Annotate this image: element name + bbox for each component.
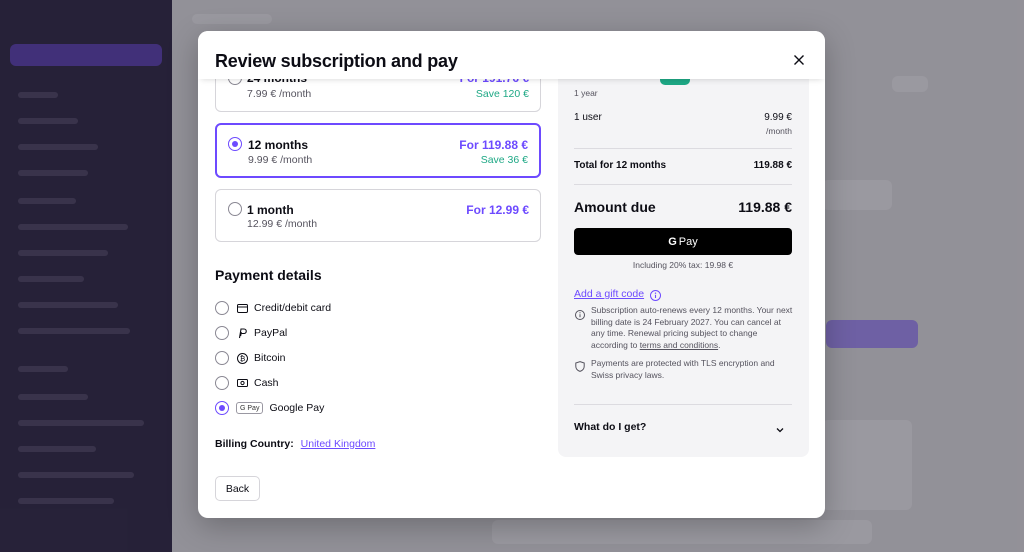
back-button[interactable]: Back bbox=[215, 476, 260, 501]
total-label: Total for 12 months bbox=[574, 160, 667, 171]
payment-radio-paypal[interactable] bbox=[215, 326, 229, 340]
payment-method-card[interactable]: Credit/debit card bbox=[215, 300, 331, 316]
payment-method-google-pay[interactable]: G Pay Google Pay bbox=[215, 400, 324, 416]
amount-due-label: Amount due bbox=[574, 199, 656, 215]
auto-renew-note: Subscription auto-renews every 12 months… bbox=[591, 305, 796, 351]
paypal-icon bbox=[236, 327, 248, 339]
add-gift-code-link[interactable]: Add a gift code bbox=[574, 288, 644, 300]
modal-header: Review subscription and pay bbox=[198, 31, 825, 79]
billing-country-link[interactable]: United Kingdom bbox=[301, 438, 376, 450]
payment-radio-bitcoin[interactable] bbox=[215, 351, 229, 365]
plan-total-price: For 119.88 € bbox=[459, 138, 528, 152]
payment-method-label: Google Pay bbox=[269, 402, 325, 414]
google-pay-icon: G Pay bbox=[236, 402, 264, 414]
billing-country-label: Billing Country: bbox=[215, 438, 294, 450]
bitcoin-icon: ₿ bbox=[236, 352, 248, 364]
payment-method-bitcoin[interactable]: ₿ Bitcoin bbox=[215, 350, 286, 366]
payment-method-cash[interactable]: Cash bbox=[215, 375, 279, 391]
billing-country: Billing Country: United Kingdom bbox=[215, 438, 375, 450]
plan-radio-12-months[interactable] bbox=[228, 137, 242, 151]
plan-savings: Save 36 € bbox=[480, 154, 528, 166]
google-pay-button[interactable]: G Pay bbox=[574, 228, 792, 255]
plan-name: 12 months bbox=[248, 138, 309, 152]
users-label: 1 user bbox=[574, 112, 602, 123]
modal-title: Review subscription and pay bbox=[215, 51, 458, 71]
amount-due-value: 119.88 € bbox=[738, 199, 792, 215]
payment-method-label: Bitcoin bbox=[254, 352, 286, 364]
what-do-i-get-toggle[interactable]: What do I get? bbox=[574, 421, 646, 433]
total-value: 119.88 € bbox=[753, 160, 792, 171]
plan-total-price: For 12.99 € bbox=[466, 203, 529, 217]
payment-method-label: PayPal bbox=[254, 327, 288, 339]
payment-method-label: Credit/debit card bbox=[254, 302, 332, 314]
payment-radio-google-pay[interactable] bbox=[215, 401, 229, 415]
chevron-down-icon[interactable] bbox=[775, 422, 785, 433]
plan-name: 1 month bbox=[247, 203, 294, 217]
google-pay-button-label: Pay bbox=[678, 235, 698, 248]
info-icon[interactable] bbox=[650, 288, 661, 301]
plan-monthly-price: 9.99 € /month bbox=[248, 154, 313, 166]
plan-radio-1-month[interactable] bbox=[228, 202, 242, 216]
divider bbox=[574, 148, 792, 149]
tax-note: Including 20% tax: 19.98 € bbox=[632, 260, 734, 270]
info-icon bbox=[575, 307, 585, 320]
plan-monthly-price: 12.99 € /month bbox=[247, 218, 318, 230]
users-price-unit: /month bbox=[766, 126, 792, 136]
users-price: 9.99 € bbox=[764, 112, 792, 123]
terms-end: . bbox=[718, 339, 721, 350]
plan-option-1-month[interactable]: 1 month 12.99 € /month For 12.99 € bbox=[215, 189, 541, 242]
plan-monthly-price: 7.99 € /month bbox=[247, 88, 312, 100]
cash-icon bbox=[236, 377, 248, 389]
google-g-icon: G bbox=[668, 235, 677, 248]
security-note: Payments are protected with TLS encrypti… bbox=[591, 358, 775, 380]
close-icon[interactable] bbox=[791, 52, 807, 68]
subscription-modal: 24 months 7.99 € /month For 191.76 € Sav… bbox=[198, 31, 825, 518]
credit-card-icon bbox=[236, 302, 248, 314]
payment-method-paypal[interactable]: PayPal bbox=[215, 325, 287, 341]
payment-method-label: Cash bbox=[254, 377, 279, 389]
svg-text:₿: ₿ bbox=[239, 354, 245, 363]
plan-badge bbox=[660, 78, 690, 85]
payment-details-title: Payment details bbox=[215, 267, 322, 283]
payment-radio-cash[interactable] bbox=[215, 376, 229, 390]
billing-period: 1 year bbox=[574, 88, 598, 98]
divider bbox=[574, 404, 792, 405]
divider bbox=[574, 184, 792, 185]
plan-savings: Save 120 € bbox=[475, 88, 529, 100]
terms-link[interactable]: terms and conditions bbox=[640, 340, 718, 350]
plan-option-12-months[interactable]: 12 months 9.99 € /month For 119.88 € Sav… bbox=[215, 123, 541, 178]
payment-radio-card[interactable] bbox=[215, 301, 229, 315]
shield-icon bbox=[575, 359, 585, 372]
order-summary-panel: 1 year 1 user 9.99 € /month Total for 12… bbox=[558, 75, 809, 457]
